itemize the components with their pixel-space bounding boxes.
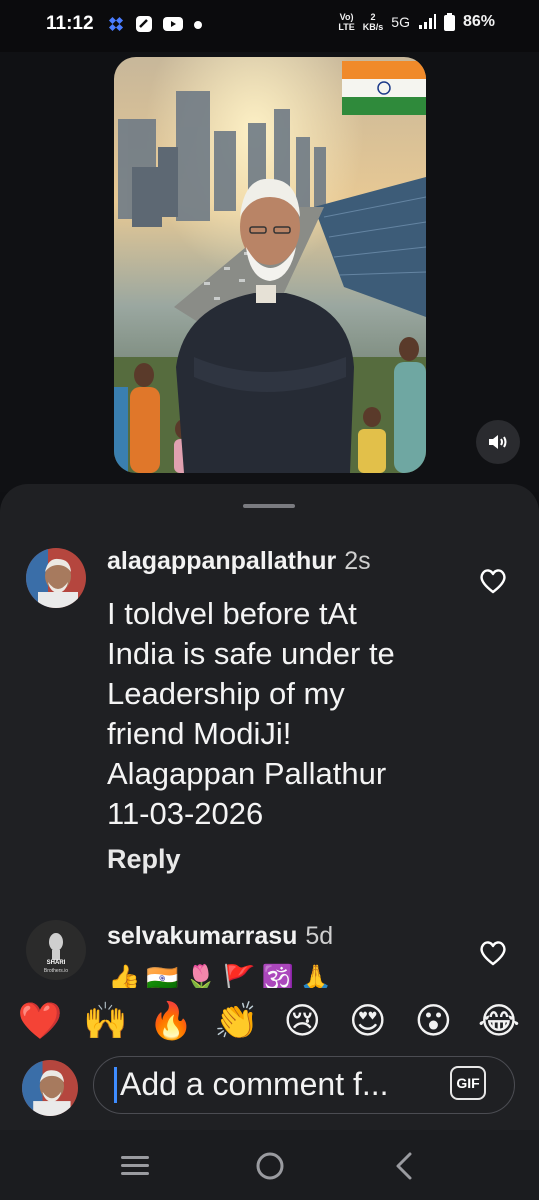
reaction-raised-hands[interactable]: 🙌 <box>80 1000 132 1042</box>
youtube-icon <box>163 17 183 31</box>
reaction-fire[interactable]: 🔥 <box>145 1000 197 1042</box>
reply-button[interactable]: Reply <box>107 844 181 875</box>
heart-icon[interactable] <box>479 940 507 966</box>
reel-video[interactable] <box>114 57 426 473</box>
comment-text: I toldvel before tAt India is safe under… <box>107 596 395 831</box>
reaction-laughing[interactable]: 😂 <box>473 1000 525 1042</box>
system-nav-bar <box>0 1130 539 1200</box>
gif-button[interactable]: GIF <box>450 1066 486 1100</box>
avatar-image <box>22 1060 78 1116</box>
heart-icon[interactable] <box>479 568 507 594</box>
sound-toggle-button[interactable] <box>476 420 520 464</box>
comment-composer: Add a comment f... GIF <box>0 1054 539 1130</box>
avatar[interactable]: SHARI Brothers.io <box>26 920 86 980</box>
battery-icon <box>443 13 455 31</box>
home-icon[interactable] <box>254 1150 286 1182</box>
reaction-heart-eyes[interactable]: 😍 <box>342 1000 394 1042</box>
avatar-logo-text: SHARI <box>46 960 66 966</box>
network-type: 5G <box>391 14 410 30</box>
status-time: 11:12 <box>46 13 94 34</box>
reaction-heart[interactable]: ❤️ <box>14 1000 66 1042</box>
back-icon[interactable] <box>392 1150 416 1182</box>
comment-text-preview: 👍🇮🇳🌷🚩🕉️🙏 <box>108 963 339 989</box>
battery-percent: 86% <box>462 13 495 30</box>
messaging-app-icon <box>136 16 152 32</box>
recent-apps-icon[interactable] <box>119 1152 151 1178</box>
comment-time: 2s <box>344 547 371 575</box>
reaction-surprised[interactable]: 😮 <box>407 1000 459 1042</box>
app-notification-icon <box>108 16 124 32</box>
comment-username[interactable]: alagappanpallathur 2s <box>107 547 371 576</box>
avatar-image <box>26 548 86 608</box>
reaction-clap[interactable]: 👏 <box>211 1000 263 1042</box>
quick-reactions-bar: ❤️ 🙌 🔥 👏 😢 😍 😮 😂 <box>0 988 539 1054</box>
volte-indicator: Vo) LTE <box>338 12 355 32</box>
signal-icon <box>418 14 436 29</box>
text-cursor <box>114 1067 117 1103</box>
comment-time: 5d <box>305 922 334 950</box>
avatar[interactable] <box>26 548 86 608</box>
status-bar: 11:12 Vo) LTE 2 KB/s 5G 86% <box>0 0 539 52</box>
comment-input-value[interactable]: Add a comment f... <box>120 1066 389 1103</box>
dot-indicator-icon <box>194 21 202 29</box>
my-avatar <box>22 1060 78 1116</box>
notification-icons <box>107 15 203 33</box>
speaker-icon <box>489 435 507 449</box>
status-right: Vo) LTE 2 KB/s 5G 86% <box>338 12 495 32</box>
sheet-drag-handle[interactable] <box>243 504 295 508</box>
avatar-logo-subtext: Brothers.io <box>43 968 69 974</box>
network-speed: 2 KB/s <box>362 12 384 32</box>
reel-image <box>114 57 426 473</box>
reaction-crying[interactable]: 😢 <box>276 1000 328 1042</box>
comment-username[interactable]: selvakumarrasu 5d <box>107 922 333 951</box>
